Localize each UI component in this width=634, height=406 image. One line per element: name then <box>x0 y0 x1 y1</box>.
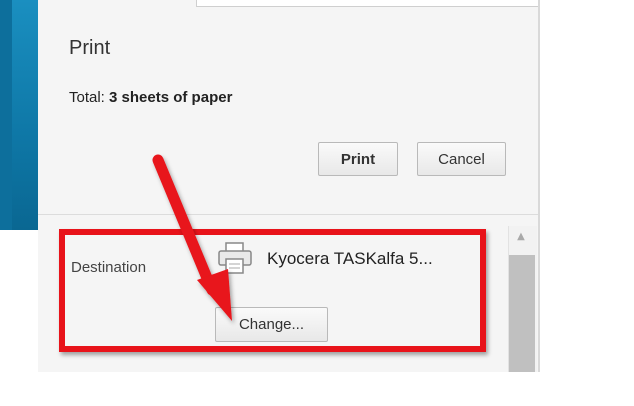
dialog-title: Print <box>69 37 111 59</box>
total-value: 3 sheets of paper <box>109 89 233 106</box>
cancel-button[interactable]: Cancel <box>417 142 506 176</box>
background-page-strip <box>0 0 12 230</box>
dialog-top-tab <box>196 0 539 7</box>
print-dialog-header <box>38 0 538 215</box>
scroll-up-arrow-icon[interactable]: ▲ <box>514 230 528 244</box>
scrollbar-thumb[interactable] <box>509 255 535 372</box>
total-sheets-summary: Total: 3 sheets of paper <box>69 89 232 106</box>
annotation-highlight-box <box>59 229 486 352</box>
right-gutter <box>540 0 634 406</box>
print-button[interactable]: Print <box>318 142 398 176</box>
total-label: Total: <box>69 89 105 106</box>
screenshot-stage: Print Total: 3 sheets of paper Print Can… <box>0 0 634 406</box>
